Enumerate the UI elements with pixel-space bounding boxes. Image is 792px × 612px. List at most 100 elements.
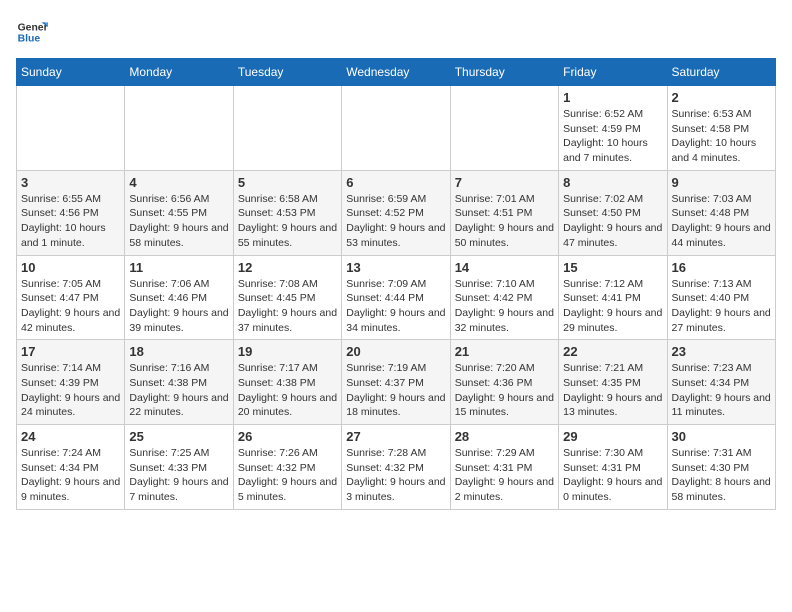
calendar-week-row: 10 Sunrise: 7:05 AM Sunset: 4:47 PM Dayli…: [17, 255, 776, 340]
day-number: 26: [238, 429, 337, 444]
day-number: 11: [129, 260, 228, 275]
calendar: SundayMondayTuesdayWednesdayThursdayFrid…: [16, 58, 776, 510]
calendar-cell: 1 Sunrise: 6:52 AM Sunset: 4:59 PM Daylig…: [559, 86, 667, 171]
day-number: 21: [455, 344, 554, 359]
svg-text:Blue: Blue: [18, 34, 41, 45]
day-info: Sunrise: 7:17 AM Sunset: 4:38 PM Dayligh…: [238, 361, 337, 420]
day-of-week-header: Saturday: [667, 59, 775, 86]
calendar-cell: 11 Sunrise: 7:06 AM Sunset: 4:46 PM Dayli…: [125, 255, 233, 340]
calendar-week-row: 1 Sunrise: 6:52 AM Sunset: 4:59 PM Daylig…: [17, 86, 776, 171]
day-info: Sunrise: 7:01 AM Sunset: 4:51 PM Dayligh…: [455, 192, 554, 251]
day-info: Sunrise: 6:59 AM Sunset: 4:52 PM Dayligh…: [346, 192, 445, 251]
calendar-cell: 18 Sunrise: 7:16 AM Sunset: 4:38 PM Dayli…: [125, 340, 233, 425]
calendar-cell: 12 Sunrise: 7:08 AM Sunset: 4:45 PM Dayli…: [233, 255, 341, 340]
calendar-week-row: 24 Sunrise: 7:24 AM Sunset: 4:34 PM Dayli…: [17, 425, 776, 510]
calendar-cell: [450, 86, 558, 171]
day-number: 4: [129, 175, 228, 190]
day-number: 15: [563, 260, 662, 275]
day-info: Sunrise: 7:03 AM Sunset: 4:48 PM Dayligh…: [672, 192, 771, 251]
day-number: 29: [563, 429, 662, 444]
logo-icon: General Blue: [16, 16, 48, 48]
calendar-cell: [17, 86, 125, 171]
day-number: 3: [21, 175, 120, 190]
calendar-cell: 19Sunrise: 7:17 AM Sunset: 4:38 PM Dayli…: [233, 340, 341, 425]
calendar-cell: 28 Sunrise: 7:29 AM Sunset: 4:31 PM Dayli…: [450, 425, 558, 510]
page-header: General Blue: [16, 16, 776, 48]
calendar-week-row: 3 Sunrise: 6:55 AM Sunset: 4:56 PM Daylig…: [17, 170, 776, 255]
calendar-cell: 4 Sunrise: 6:56 AM Sunset: 4:55 PM Daylig…: [125, 170, 233, 255]
calendar-cell: 26Sunrise: 7:26 AM Sunset: 4:32 PM Dayli…: [233, 425, 341, 510]
calendar-cell: 10 Sunrise: 7:05 AM Sunset: 4:47 PM Dayli…: [17, 255, 125, 340]
day-number: 9: [672, 175, 771, 190]
day-info: Sunrise: 7:30 AM Sunset: 4:31 PM Dayligh…: [563, 446, 662, 505]
day-number: 7: [455, 175, 554, 190]
day-number: 30: [672, 429, 771, 444]
calendar-cell: 29 Sunrise: 7:30 AM Sunset: 4:31 PM Dayli…: [559, 425, 667, 510]
day-info: Sunrise: 6:56 AM Sunset: 4:55 PM Dayligh…: [129, 192, 228, 251]
calendar-cell: 9 Sunrise: 7:03 AM Sunset: 4:48 PM Daylig…: [667, 170, 775, 255]
day-of-week-header: Sunday: [17, 59, 125, 86]
day-info: Sunrise: 7:23 AM Sunset: 4:34 PM Dayligh…: [672, 361, 771, 420]
calendar-cell: 13 Sunrise: 7:09 AM Sunset: 4:44 PM Dayli…: [342, 255, 450, 340]
day-number: 13: [346, 260, 445, 275]
calendar-cell: 16 Sunrise: 7:13 AM Sunset: 4:40 PM Dayli…: [667, 255, 775, 340]
day-info: Sunrise: 7:08 AM Sunset: 4:45 PM Dayligh…: [238, 277, 337, 336]
day-info: Sunrise: 7:05 AM Sunset: 4:47 PM Dayligh…: [21, 277, 120, 336]
calendar-cell: 3 Sunrise: 6:55 AM Sunset: 4:56 PM Daylig…: [17, 170, 125, 255]
day-of-week-header: Thursday: [450, 59, 558, 86]
calendar-cell: 7 Sunrise: 7:01 AM Sunset: 4:51 PM Daylig…: [450, 170, 558, 255]
day-number: 5: [238, 175, 337, 190]
day-number: 17: [21, 344, 120, 359]
day-number: 8: [563, 175, 662, 190]
calendar-cell: 20Sunrise: 7:19 AM Sunset: 4:37 PM Dayli…: [342, 340, 450, 425]
day-info: Sunrise: 7:09 AM Sunset: 4:44 PM Dayligh…: [346, 277, 445, 336]
svg-text:General: General: [18, 22, 48, 33]
day-info: Sunrise: 7:10 AM Sunset: 4:42 PM Dayligh…: [455, 277, 554, 336]
day-info: Sunrise: 6:52 AM Sunset: 4:59 PM Dayligh…: [563, 107, 662, 166]
day-info: Sunrise: 7:19 AM Sunset: 4:37 PM Dayligh…: [346, 361, 445, 420]
calendar-cell: 6 Sunrise: 6:59 AM Sunset: 4:52 PM Daylig…: [342, 170, 450, 255]
logo: General Blue: [16, 16, 48, 48]
calendar-header-row: SundayMondayTuesdayWednesdayThursdayFrid…: [17, 59, 776, 86]
calendar-cell: 14 Sunrise: 7:10 AM Sunset: 4:42 PM Dayli…: [450, 255, 558, 340]
day-number: 24: [21, 429, 120, 444]
calendar-cell: [125, 86, 233, 171]
day-number: 1: [563, 90, 662, 105]
day-number: 28: [455, 429, 554, 444]
day-info: Sunrise: 6:55 AM Sunset: 4:56 PM Dayligh…: [21, 192, 120, 251]
day-of-week-header: Wednesday: [342, 59, 450, 86]
day-number: 25: [129, 429, 228, 444]
day-info: Sunrise: 7:28 AM Sunset: 4:32 PM Dayligh…: [346, 446, 445, 505]
day-of-week-header: Monday: [125, 59, 233, 86]
day-info: Sunrise: 7:29 AM Sunset: 4:31 PM Dayligh…: [455, 446, 554, 505]
day-info: Sunrise: 6:58 AM Sunset: 4:53 PM Dayligh…: [238, 192, 337, 251]
day-number: 2: [672, 90, 771, 105]
calendar-cell: [233, 86, 341, 171]
calendar-cell: 23 Sunrise: 7:23 AM Sunset: 4:34 PM Dayli…: [667, 340, 775, 425]
calendar-cell: 25 Sunrise: 7:25 AM Sunset: 4:33 PM Dayli…: [125, 425, 233, 510]
day-info: Sunrise: 7:25 AM Sunset: 4:33 PM Dayligh…: [129, 446, 228, 505]
calendar-cell: 15Sunrise: 7:12 AM Sunset: 4:41 PM Dayli…: [559, 255, 667, 340]
day-number: 14: [455, 260, 554, 275]
day-number: 18: [129, 344, 228, 359]
calendar-cell: 2Sunrise: 6:53 AM Sunset: 4:58 PM Daylig…: [667, 86, 775, 171]
calendar-cell: 17Sunrise: 7:14 AM Sunset: 4:39 PM Dayli…: [17, 340, 125, 425]
calendar-cell: 5 Sunrise: 6:58 AM Sunset: 4:53 PM Daylig…: [233, 170, 341, 255]
calendar-cell: 27Sunrise: 7:28 AM Sunset: 4:32 PM Dayli…: [342, 425, 450, 510]
day-info: Sunrise: 7:13 AM Sunset: 4:40 PM Dayligh…: [672, 277, 771, 336]
day-info: Sunrise: 7:06 AM Sunset: 4:46 PM Dayligh…: [129, 277, 228, 336]
day-number: 16: [672, 260, 771, 275]
calendar-cell: 30 Sunrise: 7:31 AM Sunset: 4:30 PM Dayli…: [667, 425, 775, 510]
day-info: Sunrise: 7:31 AM Sunset: 4:30 PM Dayligh…: [672, 446, 771, 505]
day-number: 10: [21, 260, 120, 275]
day-number: 6: [346, 175, 445, 190]
day-info: Sunrise: 7:20 AM Sunset: 4:36 PM Dayligh…: [455, 361, 554, 420]
day-info: Sunrise: 7:24 AM Sunset: 4:34 PM Dayligh…: [21, 446, 120, 505]
day-of-week-header: Friday: [559, 59, 667, 86]
calendar-week-row: 17Sunrise: 7:14 AM Sunset: 4:39 PM Dayli…: [17, 340, 776, 425]
calendar-cell: 21 Sunrise: 7:20 AM Sunset: 4:36 PM Dayli…: [450, 340, 558, 425]
day-number: 12: [238, 260, 337, 275]
day-info: Sunrise: 7:02 AM Sunset: 4:50 PM Dayligh…: [563, 192, 662, 251]
day-info: Sunrise: 7:16 AM Sunset: 4:38 PM Dayligh…: [129, 361, 228, 420]
day-number: 23: [672, 344, 771, 359]
